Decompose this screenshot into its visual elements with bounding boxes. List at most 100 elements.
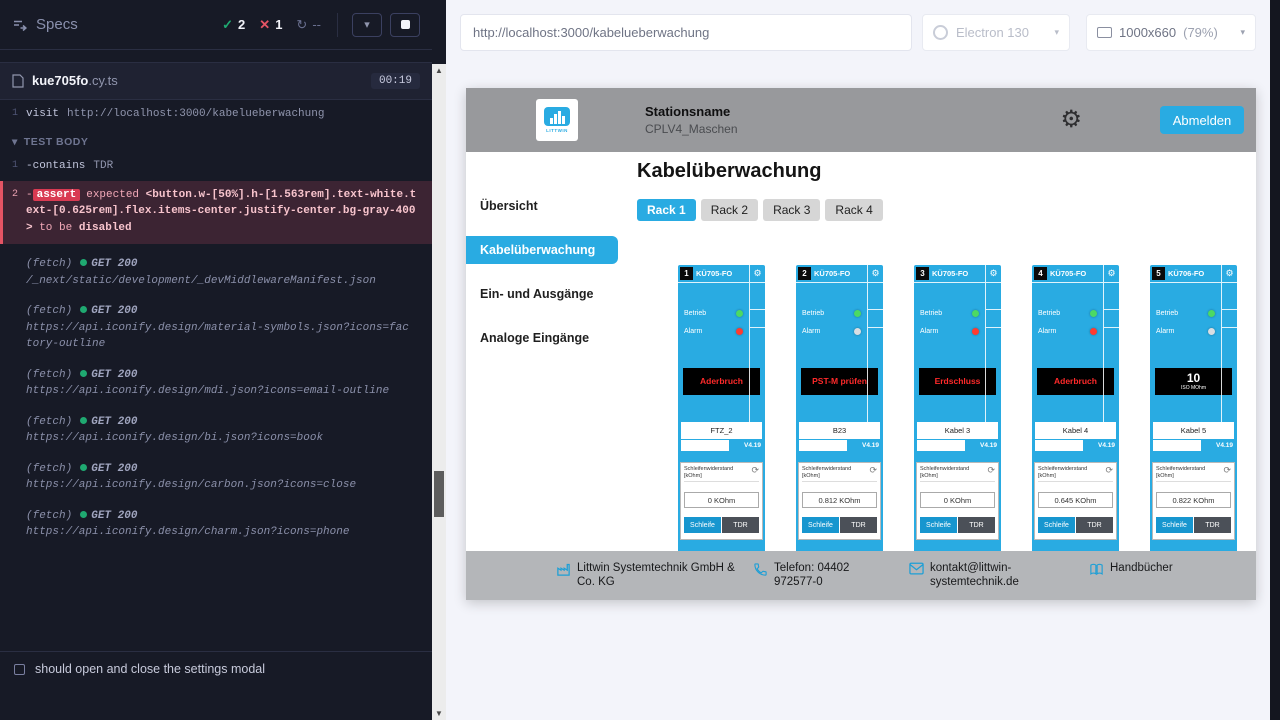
- refresh-icon[interactable]: ⟳: [987, 466, 995, 475]
- fetch-log-row[interactable]: (fetch)GET 200 https://api.iconify.desig…: [0, 459, 432, 496]
- command-contains[interactable]: 1 -containsTDR: [0, 156, 432, 177]
- app-footer: Littwin Systemtechnik GmbH & Co. KG Tele…: [466, 551, 1256, 600]
- test-body-section[interactable]: ▾ TEST BODY: [0, 125, 432, 157]
- alarm-led: [972, 328, 979, 335]
- betrieb-led: [1090, 310, 1097, 317]
- scrollbar-thumb[interactable]: [434, 471, 444, 517]
- refresh-icon[interactable]: ⟳: [1105, 466, 1113, 475]
- command-visit[interactable]: 1 visithttp://localhost:3000/kabelueberw…: [0, 104, 432, 125]
- tab-rack-3[interactable]: Rack 3: [763, 199, 820, 221]
- schleife-button[interactable]: Schleife: [1156, 517, 1193, 533]
- card-gear-icon[interactable]: ⚙: [1103, 265, 1119, 282]
- fetch-log-row[interactable]: (fetch)GET 200 https://api.iconify.desig…: [0, 506, 432, 543]
- spec-header[interactable]: kue705fo.cy.ts 00:19: [0, 62, 432, 100]
- station-label: Stationsname: [645, 104, 738, 119]
- card-gear-icon[interactable]: ⚙: [749, 265, 765, 282]
- scroll-down-arrow[interactable]: ▼: [432, 709, 446, 718]
- command-log: 1 visithttp://localhost:3000/kabelueberw…: [0, 100, 432, 651]
- card-title: KÜ705-FO: [932, 269, 985, 278]
- status-dot: [80, 511, 87, 518]
- schleife-button[interactable]: Schleife: [802, 517, 839, 533]
- command-arg: TDR: [93, 160, 113, 172]
- sidebar-item-analoge-eingaenge[interactable]: Analoge Eingänge: [466, 324, 618, 352]
- card-gear-icon[interactable]: ⚙: [985, 265, 1001, 282]
- sidebar-item-kabelueberwachung[interactable]: Kabelüberwachung: [466, 236, 618, 264]
- tdr-button[interactable]: TDR: [840, 517, 877, 533]
- stop-tests-button[interactable]: [390, 13, 420, 37]
- fetch-log-row[interactable]: (fetch)GET 200 https://api.iconify.desig…: [0, 301, 432, 355]
- tdr-button[interactable]: TDR: [1194, 517, 1231, 533]
- fetch-url: https://api.iconify.design/bi.json?icons…: [26, 430, 331, 447]
- command-assert-failed[interactable]: 2 -assertexpected <button.w-[50%].h-[1.5…: [0, 181, 432, 245]
- betrieb-label: Betrieb: [684, 310, 706, 317]
- specs-menu-icon[interactable]: [12, 17, 28, 33]
- fetch-log-row[interactable]: (fetch)GET 200 https://api.iconify.desig…: [0, 365, 432, 402]
- settings-gear-icon[interactable]: ⚙: [1060, 108, 1082, 132]
- betrieb-led: [736, 310, 743, 317]
- card-number: 1: [680, 267, 693, 280]
- scrollbar-track[interactable]: ▲ ▼: [432, 64, 446, 720]
- app-main: Kabelüberwachung Rack 1 Rack 2 Rack 3 Ra…: [618, 152, 1256, 551]
- pending-stat: ↻ --: [296, 17, 321, 33]
- viewport-selector[interactable]: 1000x660 (79%) ▾: [1086, 14, 1256, 51]
- url-input[interactable]: [473, 25, 899, 40]
- fetch-url: /_next/static/development/_devMiddleware…: [26, 273, 384, 290]
- screen: Specs ✓ 2 ✕ 1 ↻ -- ▾: [0, 0, 1280, 720]
- status-dot: [80, 464, 87, 471]
- aut-region: Electron 130 ▾ 1000x660 (79%) ▾ LITTW: [446, 0, 1270, 720]
- card-title: KÜ705-FO: [1050, 269, 1103, 278]
- viewport-size: 1000x660: [1119, 25, 1176, 40]
- firmware-version: V4.19: [862, 442, 879, 449]
- failed-count: 1: [275, 17, 282, 32]
- tdr-button[interactable]: TDR: [958, 517, 995, 533]
- refresh-icon[interactable]: ⟳: [869, 466, 877, 475]
- tdr-button[interactable]: TDR: [1076, 517, 1113, 533]
- footer-company: Littwin Systemtechnik GmbH & Co. KG: [556, 561, 753, 600]
- section-label: TEST BODY: [24, 135, 89, 151]
- browser-selector[interactable]: Electron 130 ▾: [922, 14, 1070, 51]
- fetch-log-row[interactable]: (fetch)GET 200 https://api.iconify.desig…: [0, 412, 432, 449]
- fetch-status: GET 200: [91, 258, 137, 270]
- fetch-url: https://api.iconify.design/mdi.json?icon…: [26, 383, 397, 400]
- refresh-icon[interactable]: ⟳: [1223, 466, 1231, 475]
- tab-rack-4[interactable]: Rack 4: [825, 199, 882, 221]
- refresh-icon[interactable]: ⟳: [751, 466, 759, 475]
- tab-rack-2[interactable]: Rack 2: [701, 199, 758, 221]
- aut-canvas: LITTWIN Stationsname CPLV4_Maschen ⚙ Abm…: [446, 64, 1270, 720]
- sidebar-item-uebersicht[interactable]: Übersicht: [466, 192, 618, 220]
- betrieb-label: Betrieb: [802, 310, 824, 317]
- resistance-label: Schleifenwiderstand [kOhm]: [1156, 466, 1214, 479]
- assert-prefix: -: [26, 189, 33, 201]
- file-icon: [12, 74, 24, 88]
- email-icon: [909, 562, 924, 575]
- tab-rack-1[interactable]: Rack 1: [637, 199, 696, 221]
- chevron-down-icon: ▾: [364, 18, 370, 31]
- card-number: 4: [1034, 267, 1047, 280]
- schleife-button[interactable]: Schleife: [920, 517, 957, 533]
- card-gear-icon[interactable]: ⚙: [1221, 265, 1237, 282]
- resistance-value: 0.822 KOhm: [1156, 492, 1231, 508]
- cross-icon: ✕: [259, 17, 270, 33]
- fetch-log-row[interactable]: (fetch)GET 200 /_next/static/development…: [0, 254, 432, 291]
- schleife-button[interactable]: Schleife: [1038, 517, 1075, 533]
- browser-name: Electron 130: [956, 25, 1029, 40]
- spec-name: kue705fo: [32, 73, 88, 88]
- resistance-value: 0.812 KOhm: [802, 492, 877, 508]
- betrieb-led: [972, 310, 979, 317]
- station-value: CPLV4_Maschen: [645, 122, 738, 136]
- browser-icon: [933, 25, 948, 40]
- logout-button[interactable]: Abmelden: [1160, 106, 1244, 134]
- url-box: [460, 14, 912, 51]
- schleife-button[interactable]: Schleife: [684, 517, 721, 533]
- sidebar-item-ein-und-ausgaenge[interactable]: Ein- und Ausgänge: [466, 280, 618, 308]
- card-gear-icon[interactable]: ⚙: [867, 265, 883, 282]
- footer-manuals[interactable]: Handbücher: [1089, 561, 1173, 600]
- next-test-row[interactable]: should open and close the settings modal: [0, 651, 432, 686]
- specs-label[interactable]: Specs: [36, 16, 78, 33]
- tdr-button[interactable]: TDR: [722, 517, 759, 533]
- chevron-down-icon: ▾: [1054, 27, 1059, 38]
- resistance-value: 0.645 KOhm: [1038, 492, 1113, 508]
- app-body: Übersicht Kabelüberwachung Ein- und Ausg…: [466, 152, 1256, 551]
- collapse-all-button[interactable]: ▾: [352, 13, 382, 37]
- scroll-up-arrow[interactable]: ▲: [432, 66, 446, 75]
